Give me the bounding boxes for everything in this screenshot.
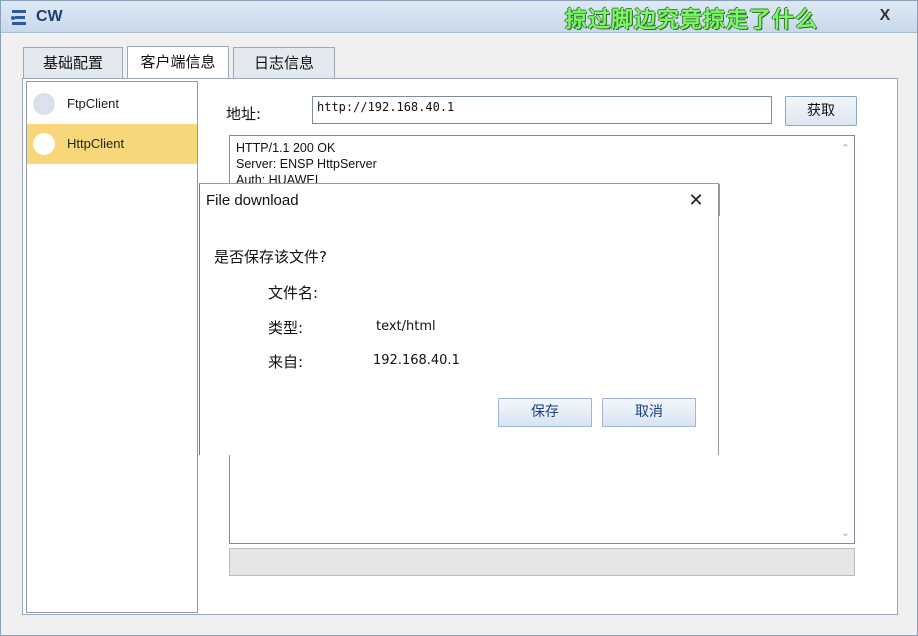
status-dot-icon — [33, 93, 55, 115]
tab-log-info[interactable]: 日志信息 — [233, 47, 335, 79]
window-title: CW — [36, 8, 63, 25]
dialog-title: File download — [206, 192, 299, 209]
fetch-button[interactable]: 获取 — [785, 96, 857, 126]
from-label: 来自: — [268, 353, 304, 371]
filename-label: 文件名: — [268, 284, 319, 302]
type-label: 类型: — [268, 319, 304, 337]
app-window: CW 掠过脚边究竟掠走了什么 X 基础配置 客户端信息 日志信息 FtpClie… — [0, 0, 918, 636]
tab-basic-config[interactable]: 基础配置 — [23, 47, 123, 79]
sidebar-item-ftpclient[interactable]: FtpClient — [27, 84, 197, 124]
save-button[interactable]: 保存 — [498, 398, 592, 427]
sidebar-item-httpclient[interactable]: HttpClient — [27, 124, 197, 164]
address-label: 地址: — [226, 105, 262, 123]
tab-client-info[interactable]: 客户端信息 — [127, 46, 229, 80]
sidebar-item-label: HttpClient — [67, 136, 125, 151]
close-icon[interactable]: ✕ — [684, 190, 708, 212]
type-value: text/html — [376, 319, 436, 334]
client-type-list: FtpClient HttpClient — [26, 81, 198, 613]
chevron-down-icon[interactable]: ⌄ — [841, 526, 850, 539]
address-input[interactable]: http://192.168.40.1 — [312, 96, 772, 124]
cancel-button[interactable]: 取消 — [602, 398, 696, 427]
progress-bar — [229, 548, 855, 576]
sidebar-item-label: FtpClient — [67, 96, 120, 111]
dialog-edge — [719, 184, 720, 216]
file-download-dialog: File download ✕ 是否保存该文件? 文件名: 类型: text/h… — [199, 183, 720, 455]
response-text: HTTP/1.1 200 OK Server: ENSP HttpServer … — [236, 141, 377, 187]
status-dot-icon — [33, 133, 55, 155]
banner-text: 掠过脚边究竟掠走了什么 — [565, 8, 819, 33]
network-tool-icon — [11, 10, 26, 25]
title-bar[interactable]: CW 掠过脚边究竟掠走了什么 X — [1, 1, 917, 33]
window-close-button[interactable]: X — [867, 5, 903, 27]
dialog-question: 是否保存该文件? — [214, 248, 327, 266]
chevron-up-icon[interactable]: ⌃ — [841, 142, 850, 155]
from-value: 192.168.40.1 — [373, 353, 460, 368]
